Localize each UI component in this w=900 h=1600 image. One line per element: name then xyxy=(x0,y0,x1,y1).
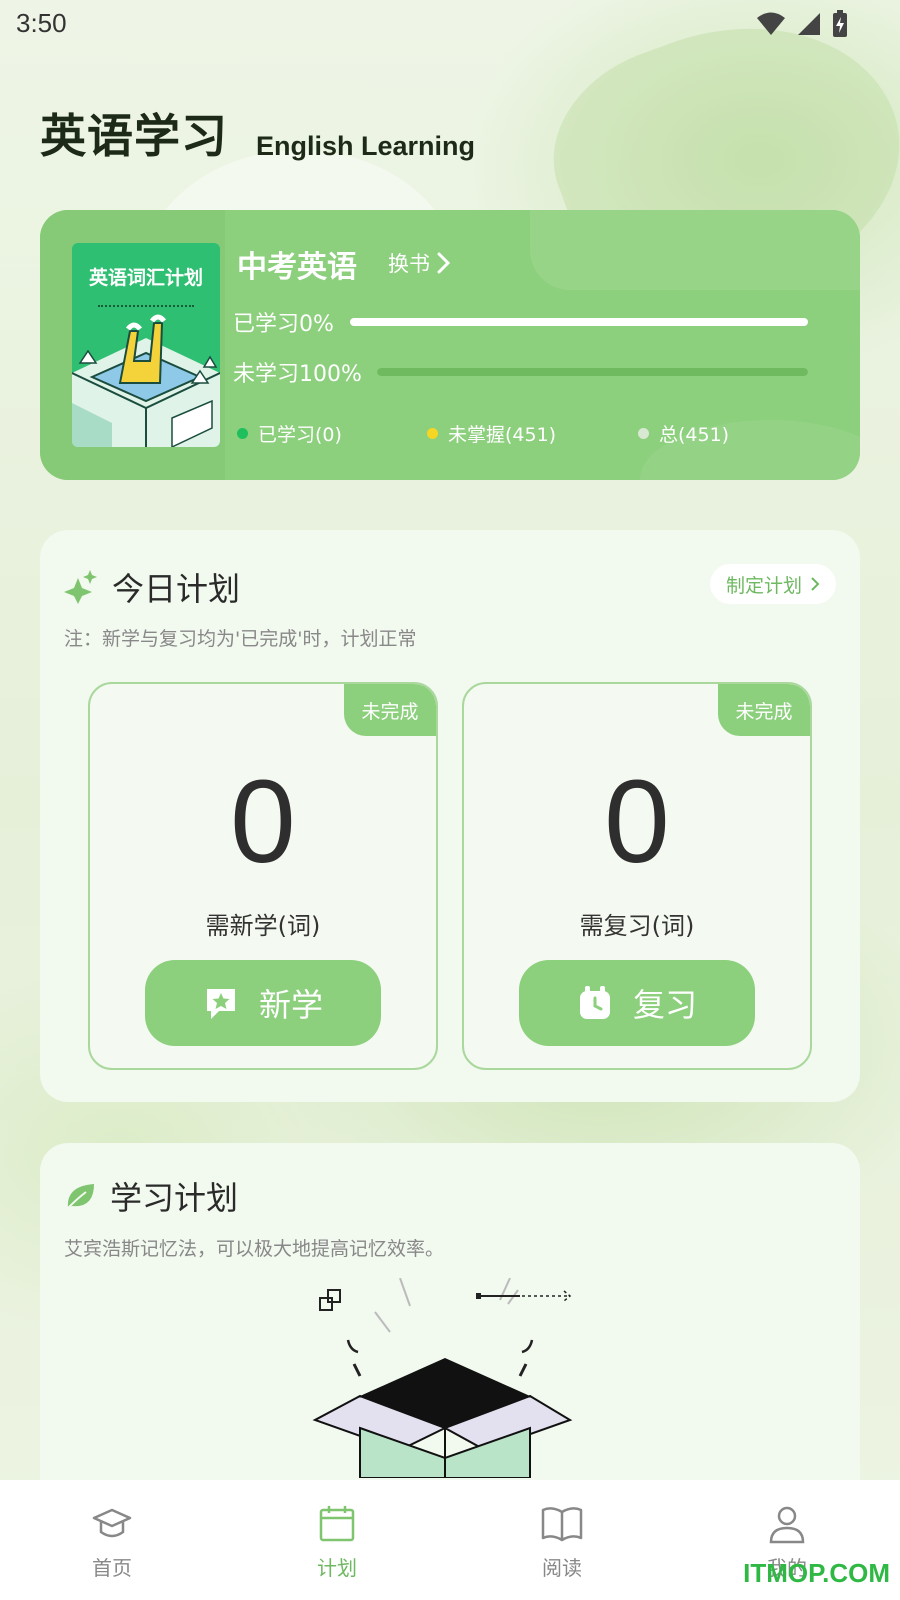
legend-unmastered: 未掌握(451) xyxy=(427,420,556,447)
study-plan-title: 学习计划 xyxy=(110,1179,239,1217)
new-words-task: 未完成 0 需新学(词) 新学 xyxy=(88,682,438,1070)
today-plan-card: 今日计划 制定计划 注：新学与复习均为'已完成'时，计划正常 未完成 0 需新学… xyxy=(40,530,860,1102)
new-words-count: 0 xyxy=(230,756,296,888)
review-words-label: 需复习(词) xyxy=(579,912,695,940)
status-icons xyxy=(756,10,848,38)
unlearned-percent-label: 未学习100% xyxy=(233,362,362,387)
review-button[interactable]: 复习 xyxy=(519,960,755,1046)
sparkle-icon xyxy=(64,570,97,604)
today-plan-title: 今日计划 xyxy=(112,570,241,608)
unlearned-progress-bar xyxy=(377,368,808,376)
page-header: 英语学习 English Learning xyxy=(40,100,475,166)
learn-new-label: 新学 xyxy=(258,986,323,1024)
battery-icon xyxy=(833,10,847,37)
book-cover[interactable]: 英语词汇计划 xyxy=(72,243,220,447)
book-cover-illustration xyxy=(72,314,220,447)
study-plan-description: 艾宾浩斯记忆法，可以极大地提高记忆效率。 xyxy=(64,1238,445,1260)
page-title: 英语学习 xyxy=(40,109,228,163)
chevron-right-icon xyxy=(437,252,450,274)
review-words-task: 未完成 0 需复习(词) 复习 xyxy=(462,682,812,1070)
tab-plan[interactable]: 计划 xyxy=(277,1504,397,1581)
user-icon xyxy=(769,1506,805,1544)
new-words-label: 需新学(词) xyxy=(205,912,321,940)
page-subtitle: English Learning xyxy=(256,131,476,161)
tab-reading-label: 阅读 xyxy=(542,1556,582,1580)
leaf-icon xyxy=(67,1184,94,1209)
status-badge: 未完成 xyxy=(718,684,810,736)
switch-book-label: 换书 xyxy=(388,252,430,276)
legend-total: 总(451) xyxy=(638,420,729,447)
study-plan-header: 学习计划 xyxy=(64,1173,238,1219)
legend-learned-label: 已学习(0) xyxy=(258,424,342,446)
signal-icon xyxy=(798,13,820,35)
legend-unmastered-label: 未掌握(451) xyxy=(448,424,557,446)
make-plan-button[interactable]: 制定计划 xyxy=(709,564,836,604)
chevron-right-icon xyxy=(811,577,820,591)
learn-new-button[interactable]: 新学 xyxy=(145,960,381,1046)
tab-home[interactable]: 首页 xyxy=(52,1504,172,1581)
learned-percent-label: 已学习0% xyxy=(233,312,334,337)
book-open-icon xyxy=(541,1507,583,1542)
tab-reading[interactable]: 阅读 xyxy=(502,1504,622,1581)
review-label: 复习 xyxy=(632,986,697,1024)
calendar-icon xyxy=(319,1506,355,1542)
chat-star-icon xyxy=(206,989,235,1019)
watermark: ITMOP.COM xyxy=(743,1558,890,1588)
status-badge: 未完成 xyxy=(344,684,436,736)
book-name: 中考英语 xyxy=(237,250,357,285)
wifi-icon xyxy=(757,12,785,35)
current-book-card: 英语词汇计划 中考英语 换书 已学习0% 未学习100% 已学习(0) 未掌握(… xyxy=(40,210,860,480)
study-plan-card: 学习计划 艾宾浩斯记忆法，可以极大地提高记忆效率。 xyxy=(40,1143,860,1483)
review-words-count: 0 xyxy=(604,756,670,888)
open-box-illustration xyxy=(312,1278,573,1478)
today-plan-header: 今日计划 xyxy=(64,564,240,610)
switch-book-button[interactable]: 换书 xyxy=(388,248,450,278)
status-bar: 3:50 xyxy=(0,0,900,50)
learned-progress-bar xyxy=(350,318,808,326)
legend-learned: 已学习(0) xyxy=(237,420,342,447)
status-time: 3:50 xyxy=(16,8,67,38)
graduation-cap-icon xyxy=(92,1508,132,1538)
alarm-clock-icon xyxy=(579,986,610,1019)
tab-home-label: 首页 xyxy=(92,1556,132,1580)
today-plan-note: 注：新学与复习均为'已完成'时，计划正常 xyxy=(64,628,417,650)
tab-plan-label: 计划 xyxy=(317,1556,357,1580)
make-plan-label: 制定计划 xyxy=(725,574,802,597)
legend-total-label: 总(451) xyxy=(659,424,730,446)
